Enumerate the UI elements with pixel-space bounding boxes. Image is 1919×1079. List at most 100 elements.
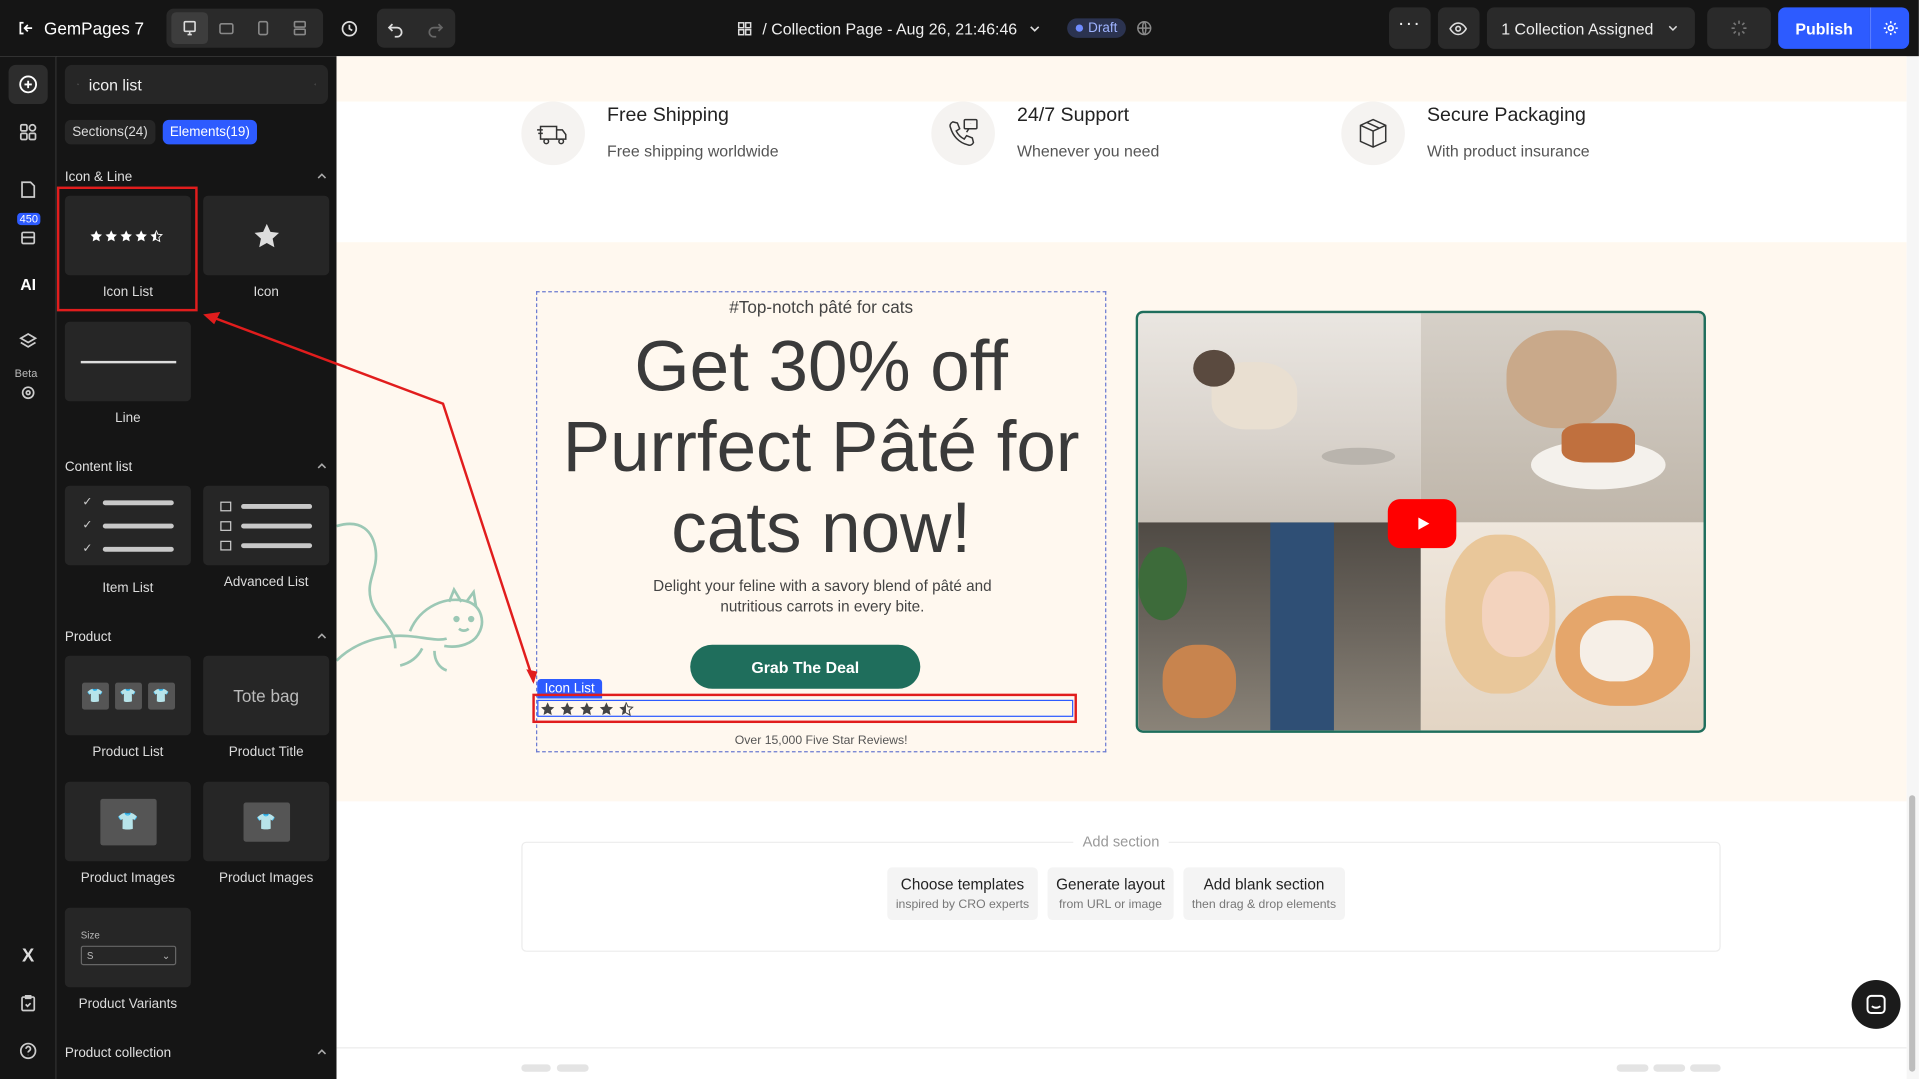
tab-sections[interactable]: Sections(24): [64, 119, 156, 145]
icon-list-tile[interactable]: [64, 195, 191, 276]
canvas-scrollbar[interactable]: [1906, 56, 1919, 1079]
layers-icon: [19, 332, 38, 348]
page-title[interactable]: / Collection Page - Aug 26, 21:46:46: [762, 19, 1017, 37]
headline-line: Purrfect Pâté for: [562, 407, 1080, 487]
tab-elements[interactable]: Elements(19): [162, 119, 258, 145]
globe-icon[interactable]: [1136, 20, 1153, 37]
preview-button[interactable]: [1437, 7, 1480, 49]
generate-layout-button[interactable]: Generate layout from URL or image: [1047, 867, 1174, 920]
search-input[interactable]: [88, 75, 305, 94]
advanced-list-tile[interactable]: [203, 485, 330, 566]
check-icon: ✓: [82, 518, 93, 533]
feature-subtitle: With product insurance: [1426, 141, 1590, 161]
product-title-preview: Tote bag: [233, 685, 300, 706]
product-images-tile[interactable]: 👕: [64, 781, 191, 862]
add-blank-section-button[interactable]: Add blank section then drag & drop eleme…: [1183, 867, 1345, 920]
product-image-preview: 👕: [242, 801, 290, 842]
tshirt-icon: 👕: [81, 682, 109, 709]
tablet-view-button[interactable]: [208, 12, 245, 44]
video-photo-kitten-bowl: [1420, 313, 1704, 522]
feature-free-shipping[interactable]: Free Shipping Free shipping worldwide: [521, 101, 779, 166]
tshirt-icon: 👕: [114, 682, 142, 709]
button-title: Choose templates: [900, 875, 1025, 894]
image-icon: [220, 520, 232, 531]
choose-templates-button[interactable]: Choose templates inspired by CRO experts: [887, 867, 1038, 920]
redo-button[interactable]: [416, 9, 455, 48]
check-icon: ✓: [82, 495, 93, 509]
save-spinner-button[interactable]: [1707, 7, 1771, 49]
library-button[interactable]: [9, 218, 48, 257]
icon-label: Icon: [253, 285, 279, 300]
status-badge: Draft: [1067, 18, 1126, 38]
add-section-title: Add section: [523, 833, 1720, 851]
collection-assigned-dropdown[interactable]: 1 Collection Assigned: [1486, 7, 1696, 49]
advanced-list-label: Advanced List: [223, 574, 309, 590]
checklist-button[interactable]: [9, 984, 48, 1023]
product-variants-tile[interactable]: Size S ⌄: [64, 907, 191, 988]
category-label: Product: [64, 630, 112, 645]
icon-tile[interactable]: [203, 195, 330, 276]
add-section-area: Add section Choose templates inspired by…: [521, 833, 1721, 952]
icon-list-element[interactable]: [537, 699, 1074, 717]
grab-the-deal-button[interactable]: Grab The Deal: [690, 644, 921, 689]
publish-button[interactable]: Publish: [1778, 7, 1870, 49]
layers-button[interactable]: [9, 322, 48, 361]
line-tile[interactable]: [64, 321, 191, 402]
device-switcher: [166, 8, 323, 48]
x-social-button[interactable]: X: [9, 936, 48, 975]
exit-icon: [19, 21, 33, 35]
play-button[interactable]: [1387, 499, 1457, 549]
layout-view-button[interactable]: [281, 12, 318, 44]
app-root: GemPages 7 / Collection Page - Aug 26, 2…: [0, 0, 1919, 1079]
help-button[interactable]: [9, 1031, 48, 1070]
feature-secure-packaging[interactable]: Secure Packaging With product insurance: [1341, 101, 1590, 166]
category-label: Content list: [64, 459, 133, 475]
category-content-list[interactable]: Content list: [65, 460, 328, 475]
product-title-tile[interactable]: Tote bag: [203, 655, 330, 736]
support-chat-button[interactable]: [1851, 979, 1901, 1029]
image-icon: [220, 540, 232, 550]
add-elements-button[interactable]: [8, 64, 48, 104]
product-list-tile[interactable]: 👕 👕 👕: [64, 655, 191, 736]
icon-list-label: Icon List: [102, 285, 153, 300]
clock-icon: [341, 20, 358, 36]
category-product[interactable]: Product: [65, 630, 328, 645]
selected-element-tag[interactable]: Icon List: [537, 678, 603, 699]
publish-settings-button[interactable]: [1869, 7, 1910, 49]
chevron-down-icon: ⌄: [161, 949, 171, 961]
gear-icon: [1883, 21, 1898, 36]
feature-support[interactable]: 24/7 Support Whenever you need: [931, 101, 1159, 166]
product-images-gallery-tile[interactable]: 👕: [203, 781, 330, 862]
stars-preview-icon: [89, 229, 163, 242]
category-icon-line[interactable]: Icon & Line: [65, 170, 328, 185]
undo-button[interactable]: [377, 9, 416, 48]
category-product-collection[interactable]: Product collection: [65, 1046, 328, 1061]
clear-search-icon[interactable]: [314, 76, 316, 93]
chevron-down-icon[interactable]: [1027, 20, 1043, 36]
library-icon: [21, 231, 36, 245]
status-badge-label: Draft: [1088, 20, 1118, 36]
item-list-tile[interactable]: ✓ ✓ ✓: [64, 485, 191, 566]
desktop-view-button[interactable]: [170, 12, 208, 45]
button-subtitle: then drag & drop elements: [1191, 897, 1337, 912]
more-options-button[interactable]: ···: [1388, 7, 1431, 49]
mobile-view-button[interactable]: [244, 12, 281, 44]
scrollbar-thumb[interactable]: [1909, 795, 1916, 1072]
product-list-label: Product List: [92, 745, 164, 760]
box-icon: [1341, 101, 1405, 166]
history-button[interactable]: [330, 9, 369, 48]
panel-tabs: Sections(24) Elements(19): [64, 119, 258, 145]
exit-editor-button[interactable]: GemPages 7: [0, 0, 161, 56]
pages-button[interactable]: [9, 170, 48, 209]
size-select-preview: S ⌄: [80, 945, 177, 966]
apps-button[interactable]: [9, 113, 48, 152]
beta-feature-button[interactable]: [9, 372, 48, 411]
hero-section[interactable]: #Top-notch pâté for cats Get 30% off Pur…: [336, 242, 1907, 802]
ai-button[interactable]: AI: [9, 264, 48, 303]
collection-assigned-label: 1 Collection Assigned: [1501, 18, 1654, 38]
top-bar: GemPages 7 / Collection Page - Aug 26, 2…: [0, 0, 1919, 57]
layout-icon: [293, 20, 306, 36]
play-icon: [1418, 517, 1430, 530]
video-thumbnail[interactable]: [1135, 310, 1706, 733]
hero-content-block[interactable]: #Top-notch pâté for cats Get 30% off Pur…: [536, 291, 1107, 753]
